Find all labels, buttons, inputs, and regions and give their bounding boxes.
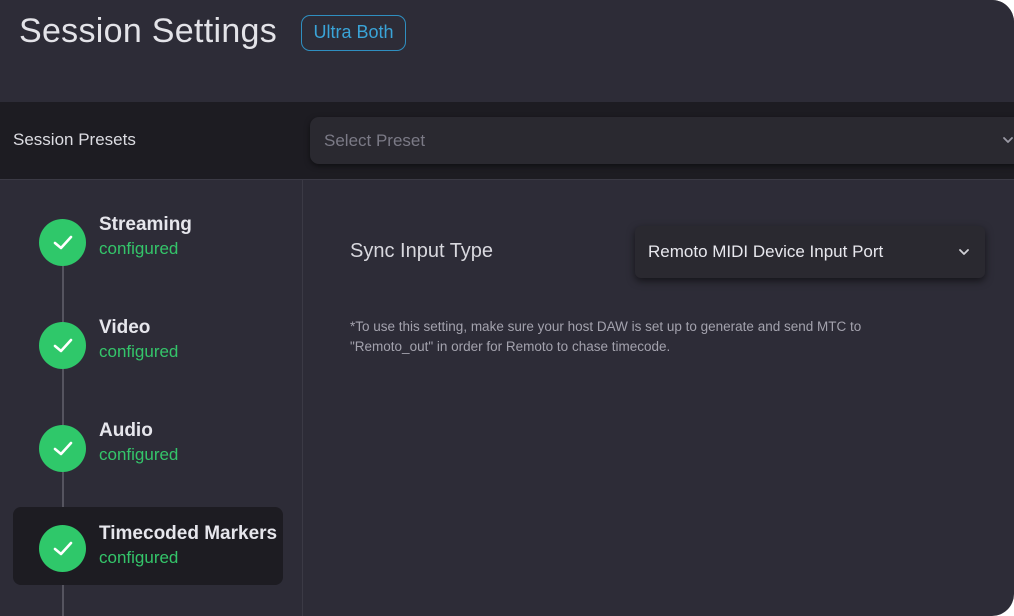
check-icon (39, 425, 86, 472)
sync-help-note: *To use this setting, make sure your hos… (350, 317, 950, 357)
step-title: Streaming (99, 214, 192, 235)
sync-input-type-select[interactable]: Remoto MIDI Device Input Port (635, 226, 985, 278)
session-settings-window: Session Settings Ultra Both Session Pres… (0, 0, 1014, 616)
sync-input-type-value: Remoto MIDI Device Input Port (648, 242, 884, 261)
preset-select[interactable]: Select Preset (310, 117, 1014, 164)
setup-steps-sidebar: Streaming configured Video configured Au… (0, 180, 303, 616)
sync-help-note-line: *To use this setting, make sure your hos… (350, 319, 862, 334)
step-streaming[interactable]: Streaming configured (13, 204, 283, 282)
step-title: Video (99, 317, 151, 338)
chevron-down-icon (959, 249, 969, 255)
session-presets-bar: Session Presets Select Preset (0, 102, 1014, 180)
session-presets-label: Session Presets (13, 130, 136, 149)
check-icon (39, 525, 86, 572)
page-title: Session Settings (19, 12, 278, 50)
step-status: configured (99, 445, 179, 464)
step-audio[interactable]: Audio configured (13, 410, 283, 488)
timecode-settings-panel: Sync Input Type Remoto MIDI Device Input… (303, 180, 1014, 616)
sync-input-type-label: Sync Input Type (350, 240, 494, 262)
step-status: configured (99, 548, 179, 567)
step-video[interactable]: Video configured (13, 307, 283, 385)
step-status: configured (99, 239, 179, 258)
chevron-down-icon (1003, 137, 1013, 143)
step-title: Audio (99, 420, 153, 441)
plan-badge: Ultra Both (301, 15, 406, 51)
check-icon (39, 322, 86, 369)
check-icon (39, 219, 86, 266)
step-title: Timecoded Markers (99, 523, 278, 544)
step-status: configured (99, 342, 179, 361)
step-timecoded-markers[interactable]: Timecoded Markers configured (13, 507, 283, 585)
sync-help-note-line: "Remoto_out" in order for Remoto to chas… (350, 339, 671, 354)
preset-select-placeholder: Select Preset (324, 131, 426, 150)
header: Session Settings Ultra Both (0, 0, 1014, 102)
